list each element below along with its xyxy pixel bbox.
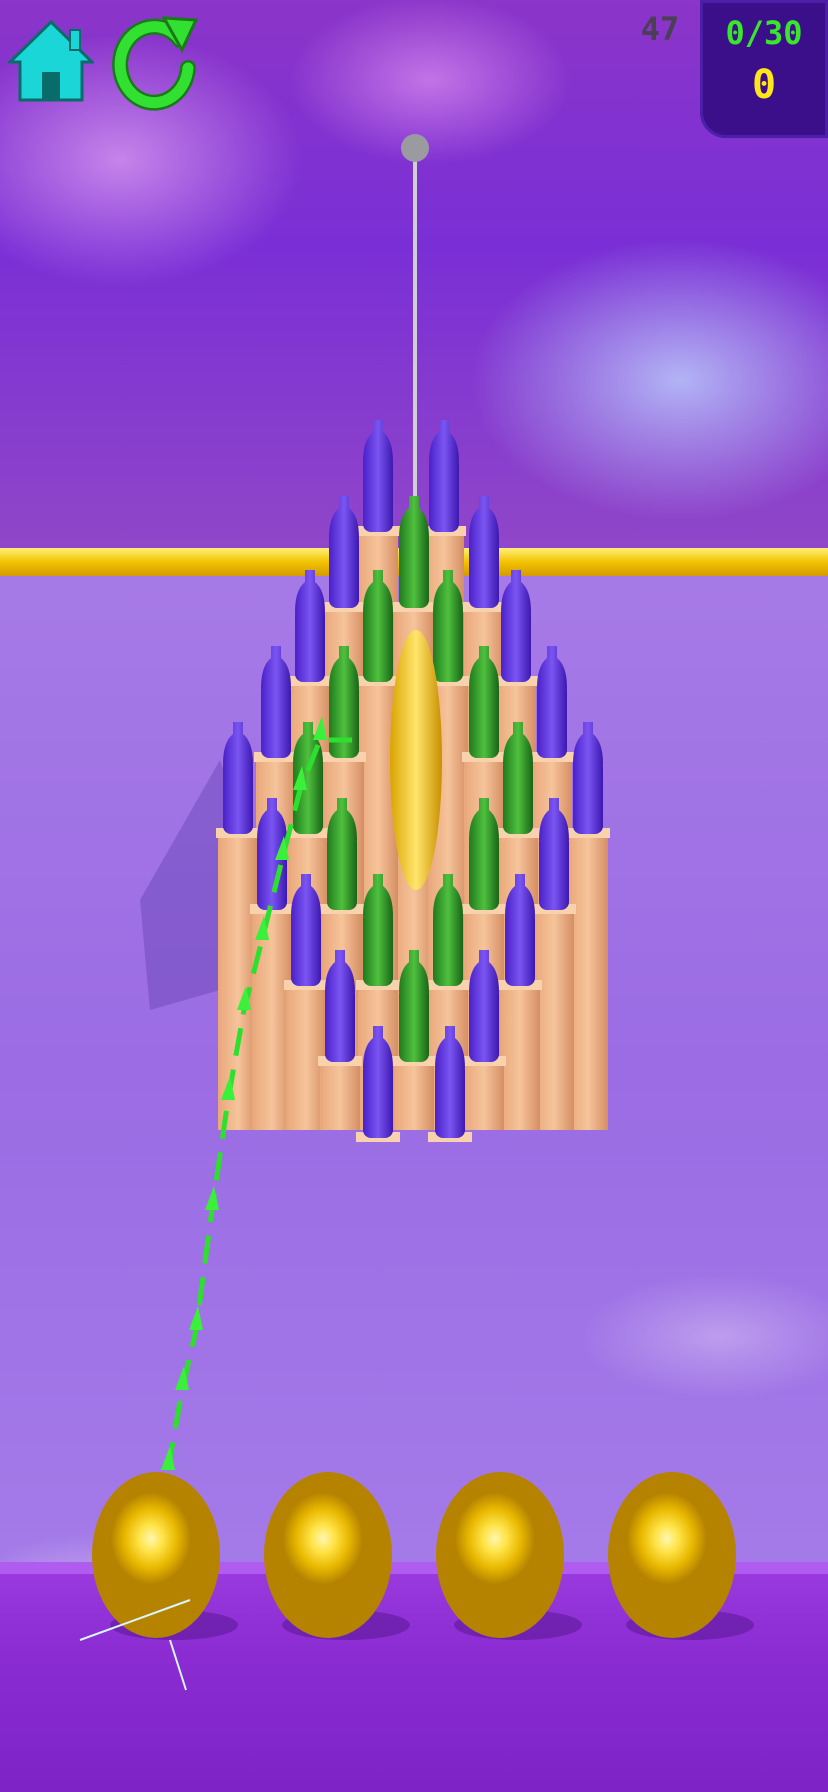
aim-arrow bbox=[205, 1186, 219, 1210]
ball-3[interactable] bbox=[436, 1472, 564, 1638]
restart-icon bbox=[112, 16, 198, 111]
fps-counter: 47 bbox=[640, 10, 680, 48]
bottles-progress: 0/30 bbox=[725, 14, 803, 52]
gold-bottle bbox=[390, 630, 442, 890]
aim-arrow bbox=[189, 1306, 203, 1330]
pendulum-weight bbox=[401, 134, 429, 162]
restart-button[interactable] bbox=[110, 10, 198, 114]
pillar bbox=[464, 1060, 504, 1130]
ball-4[interactable] bbox=[608, 1472, 736, 1638]
ball-1[interactable] bbox=[92, 1472, 220, 1638]
pillar bbox=[394, 1060, 434, 1130]
home-button[interactable] bbox=[8, 16, 94, 108]
home-icon bbox=[8, 19, 94, 102]
ball-2[interactable] bbox=[264, 1472, 392, 1638]
score-value: 0 bbox=[751, 62, 777, 108]
pillar bbox=[320, 1060, 360, 1130]
score-panel: 0/30 0 bbox=[700, 0, 828, 138]
game-scene[interactable]: 47 0/30 0 bbox=[0, 0, 828, 1792]
